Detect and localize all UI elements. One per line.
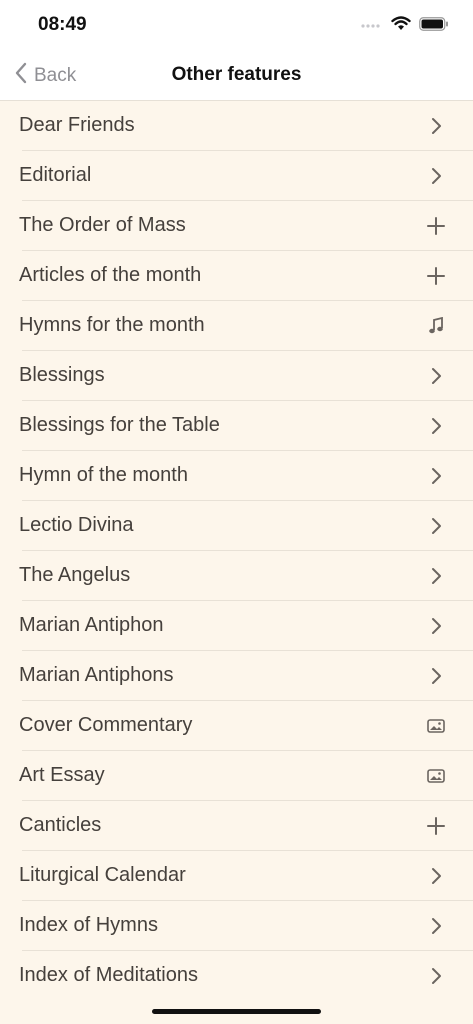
music-note-icon xyxy=(426,316,446,336)
list-item[interactable]: Liturgical Calendar xyxy=(0,851,473,901)
features-list: Dear Friends Editorial The Order of Mass Ar… xyxy=(0,101,473,986)
list-item[interactable]: The Angelus xyxy=(0,551,473,601)
list-item-label: Blessings xyxy=(19,364,105,386)
list-item[interactable]: The Order of Mass xyxy=(0,201,473,251)
list-item[interactable]: Hymns for the month xyxy=(0,301,473,351)
list-item-label: Liturgical Calendar xyxy=(19,864,186,886)
chevron-right-icon xyxy=(426,966,446,986)
list-item[interactable]: Marian Antiphon xyxy=(0,601,473,651)
plus-icon xyxy=(426,266,446,286)
chevron-right-icon xyxy=(426,166,446,186)
list-item-label: Index of Meditations xyxy=(19,964,198,986)
list-item-label: Art Essay xyxy=(19,764,105,786)
page-title: Other features xyxy=(171,64,302,85)
list-item-label: Hymn of the month xyxy=(19,464,188,486)
chevron-right-icon xyxy=(426,416,446,436)
list-item[interactable]: Editorial xyxy=(0,151,473,201)
list-item[interactable]: Blessings for the Table xyxy=(0,401,473,451)
cellular-signal-icon xyxy=(361,17,383,35)
image-icon xyxy=(426,716,446,736)
chevron-right-icon xyxy=(426,616,446,636)
list-item[interactable]: Dear Friends xyxy=(0,101,473,151)
status-icons xyxy=(361,16,449,36)
chevron-right-icon xyxy=(426,366,446,386)
list-item-label: Index of Hymns xyxy=(19,914,158,936)
list-item-label: Articles of the month xyxy=(19,264,202,286)
chevron-right-icon xyxy=(426,116,446,136)
chevron-right-icon xyxy=(426,466,446,486)
list-item[interactable]: Index of Hymns xyxy=(0,901,473,951)
list-item-label: Hymns for the month xyxy=(19,314,205,336)
status-time: 08:49 xyxy=(38,14,87,35)
list-item-label: The Angelus xyxy=(19,564,131,586)
list-item[interactable]: Art Essay xyxy=(0,751,473,801)
chevron-right-icon xyxy=(426,516,446,536)
list-item-label: Canticles xyxy=(19,814,102,836)
list-item-label: Dear Friends xyxy=(19,114,135,136)
image-icon xyxy=(426,766,446,786)
list-item[interactable]: Index of Meditations xyxy=(0,951,473,986)
list-item[interactable]: Lectio Divina xyxy=(0,501,473,551)
list-item-label: Cover Commentary xyxy=(19,714,193,736)
list-item[interactable]: Cover Commentary xyxy=(0,701,473,751)
plus-icon xyxy=(426,216,446,236)
status-bar: 08:49 xyxy=(0,0,473,50)
chevron-right-icon xyxy=(426,566,446,586)
chevron-right-icon xyxy=(426,916,446,936)
list-item-label: Marian Antiphons xyxy=(19,664,174,686)
chevron-right-icon xyxy=(426,866,446,886)
list-item[interactable]: Marian Antiphons xyxy=(0,651,473,701)
navigation-bar: Back Other features xyxy=(0,50,473,101)
list-item-label: Marian Antiphon xyxy=(19,614,164,636)
list-item-label: Lectio Divina xyxy=(19,514,134,536)
list-item[interactable]: Blessings xyxy=(0,351,473,401)
list-item-label: Editorial xyxy=(19,164,92,186)
list-item[interactable]: Articles of the month xyxy=(0,251,473,301)
chevron-right-icon xyxy=(426,666,446,686)
home-indicator[interactable] xyxy=(152,1009,321,1014)
list-item[interactable]: Hymn of the month xyxy=(0,451,473,501)
list-item-label: The Order of Mass xyxy=(19,214,186,236)
list-item[interactable]: Canticles xyxy=(0,801,473,851)
list-item-label: Blessings for the Table xyxy=(19,414,220,436)
battery-icon xyxy=(419,16,449,36)
plus-icon xyxy=(426,816,446,836)
wifi-icon xyxy=(391,16,411,36)
